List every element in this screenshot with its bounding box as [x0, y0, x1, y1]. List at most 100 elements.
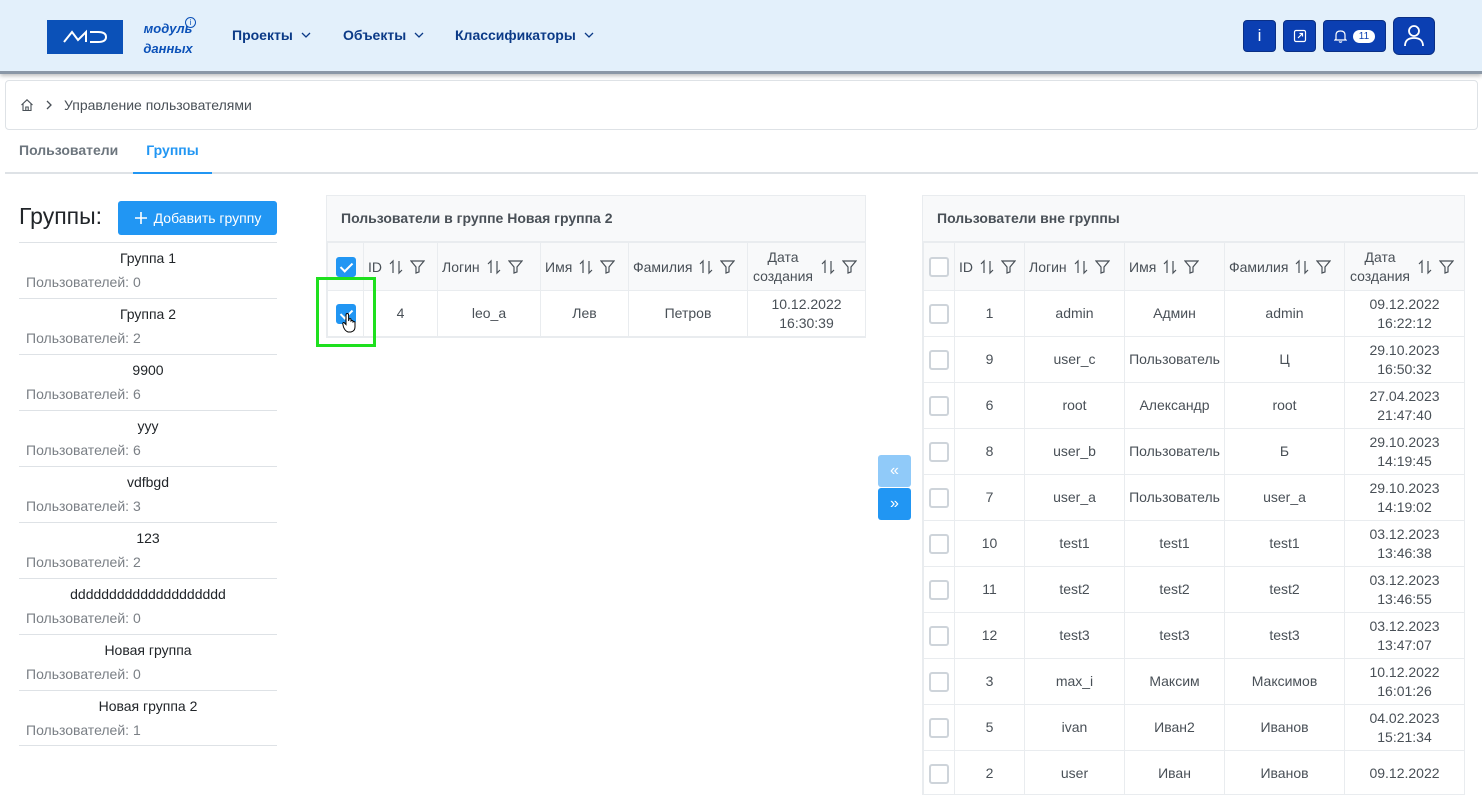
group-list: Группа 1Пользователей: 0Группа 2Пользова…	[19, 242, 277, 746]
nav-projects[interactable]: Проекты	[232, 27, 311, 43]
sort-icon[interactable]	[820, 259, 836, 275]
nav-objects[interactable]: Объекты	[343, 27, 424, 43]
row-checkbox[interactable]	[929, 396, 949, 416]
group-list-item[interactable]: ddddddddddddddddddddПользователей: 0	[19, 578, 277, 634]
filter-icon[interactable]	[1316, 259, 1331, 274]
cell-date-time: 14:19:02	[1347, 498, 1462, 517]
row-select-cell	[924, 613, 955, 659]
table-row[interactable]: 7user_aПользовательuser_a29.10.202314:19…	[924, 475, 1465, 521]
cell-date-day: 09.12.2022	[1347, 764, 1462, 783]
info-button[interactable]: i	[1243, 20, 1276, 52]
filter-icon[interactable]	[1439, 259, 1454, 274]
cell-login: leo_a	[438, 291, 541, 337]
col-surname-header[interactable]: Фамилия	[629, 243, 748, 291]
cell-id: 2	[955, 751, 1025, 795]
home-icon[interactable]	[20, 98, 34, 112]
sort-icon[interactable]	[979, 259, 995, 275]
table-row[interactable]: 9user_cПользовательЦ29.10.202316:50:32	[924, 337, 1465, 383]
row-checkbox[interactable]	[929, 672, 949, 692]
tab-groups[interactable]: Группы	[133, 142, 212, 174]
cell-surname: admin	[1225, 291, 1345, 337]
group-list-item[interactable]: Группа 2Пользователей: 2	[19, 298, 277, 354]
row-checkbox[interactable]	[929, 488, 949, 508]
cell-id: 11	[955, 567, 1025, 613]
sort-icon[interactable]	[1073, 259, 1089, 275]
logo-info-icon: i	[185, 17, 196, 28]
group-user-count: Пользователей: 6	[26, 386, 141, 402]
select-all-checkbox[interactable]	[336, 257, 356, 277]
sort-icon[interactable]	[1294, 259, 1310, 275]
table-row[interactable]: 10test1test1test103.12.202313:46:38	[924, 521, 1465, 567]
table-row[interactable]: 12test3test3test303.12.202313:47:07	[924, 613, 1465, 659]
filter-icon[interactable]	[1184, 259, 1199, 274]
col-date-header[interactable]: Дата создания	[748, 243, 866, 291]
col-date-header[interactable]: Дата создания	[1345, 243, 1465, 291]
table-row[interactable]: 8user_bПользовательБ29.10.202314:19:45	[924, 429, 1465, 475]
row-checkbox[interactable]	[929, 350, 949, 370]
group-user-count: Пользователей: 0	[26, 274, 141, 290]
external-link-button[interactable]	[1283, 20, 1316, 52]
group-list-item[interactable]: 123Пользователей: 2	[19, 522, 277, 578]
select-all-checkbox[interactable]	[929, 257, 949, 277]
filter-icon[interactable]	[1095, 259, 1110, 274]
col-login-header[interactable]: Логин	[1025, 243, 1125, 291]
col-name-header[interactable]: Имя	[1125, 243, 1225, 291]
row-checkbox[interactable]	[929, 718, 949, 738]
row-checkbox[interactable]	[929, 626, 949, 646]
nav-classifiers[interactable]: Классификаторы	[455, 27, 594, 43]
table-row[interactable]: 6rootАлександрroot27.04.202321:47:40	[924, 383, 1465, 429]
row-select-cell	[924, 567, 955, 613]
cell-date: 03.12.202313:46:55	[1345, 567, 1465, 613]
cell-login: user_b	[1025, 429, 1125, 475]
cell-date: 29.10.202316:50:32	[1345, 337, 1465, 383]
group-list-item[interactable]: vdfbgdПользователей: 3	[19, 466, 277, 522]
table-row[interactable]: 11test2test2test203.12.202313:46:55	[924, 567, 1465, 613]
table-row[interactable]: 3max_iМаксимМаксимов10.12.202216:01:26	[924, 659, 1465, 705]
row-select-cell	[924, 659, 955, 705]
col-surname-header[interactable]: Фамилия	[1225, 243, 1345, 291]
sort-icon[interactable]	[578, 259, 594, 275]
group-list-item[interactable]: Группа 1Пользователей: 0	[19, 242, 277, 298]
row-checkbox[interactable]	[929, 580, 949, 600]
row-checkbox[interactable]	[929, 304, 949, 324]
row-checkbox[interactable]	[929, 442, 949, 462]
user-profile-button[interactable]	[1393, 17, 1435, 55]
filter-icon[interactable]	[842, 259, 857, 274]
sort-icon[interactable]	[388, 259, 404, 275]
sort-icon[interactable]	[698, 259, 714, 275]
move-left-button[interactable]: «	[878, 455, 911, 487]
filter-icon[interactable]	[410, 259, 425, 274]
tab-users[interactable]: Пользователи	[19, 142, 118, 158]
row-checkbox[interactable]	[929, 534, 949, 554]
col-id-header[interactable]: ID	[955, 243, 1025, 291]
group-list-item[interactable]: Новая группаПользователей: 0	[19, 634, 277, 690]
cell-id: 10	[955, 521, 1025, 567]
table-row[interactable]: 5ivanИван2Иванов04.02.202315:21:34	[924, 705, 1465, 751]
add-group-button[interactable]: Добавить группу	[118, 201, 277, 235]
sort-icon[interactable]	[1162, 259, 1178, 275]
table-row[interactable]: 2userИванИванов09.12.2022	[924, 751, 1465, 795]
move-right-button[interactable]: »	[878, 488, 911, 520]
group-list-item[interactable]: Новая группа 2Пользователей: 1	[19, 690, 277, 746]
table-row[interactable]: 4leo_aЛевПетров10.12.202216:30:39	[328, 291, 866, 337]
row-checkbox[interactable]	[929, 764, 949, 784]
column-header-label: Дата создания	[752, 248, 814, 286]
col-login-header[interactable]: Логин	[438, 243, 541, 291]
sort-icon[interactable]	[486, 259, 502, 275]
filter-icon[interactable]	[720, 259, 735, 274]
row-select-cell	[924, 383, 955, 429]
sort-icon[interactable]	[1417, 259, 1433, 275]
group-list-item[interactable]: 9900Пользователей: 6	[19, 354, 277, 410]
tab-bar: Пользователи Группы	[5, 138, 1478, 174]
table-row[interactable]: 1adminАдминadmin09.12.202216:22:12	[924, 291, 1465, 337]
col-name-header[interactable]: Имя	[541, 243, 629, 291]
cell-name: Админ	[1125, 291, 1225, 337]
logo-mark[interactable]	[47, 20, 123, 54]
notifications-button[interactable]: 11	[1323, 20, 1386, 52]
filter-icon[interactable]	[508, 259, 523, 274]
group-list-item[interactable]: yyyПользователей: 6	[19, 410, 277, 466]
filter-icon[interactable]	[600, 259, 615, 274]
info-icon: i	[1258, 26, 1262, 46]
cell-login: root	[1025, 383, 1125, 429]
filter-icon[interactable]	[1001, 259, 1016, 274]
